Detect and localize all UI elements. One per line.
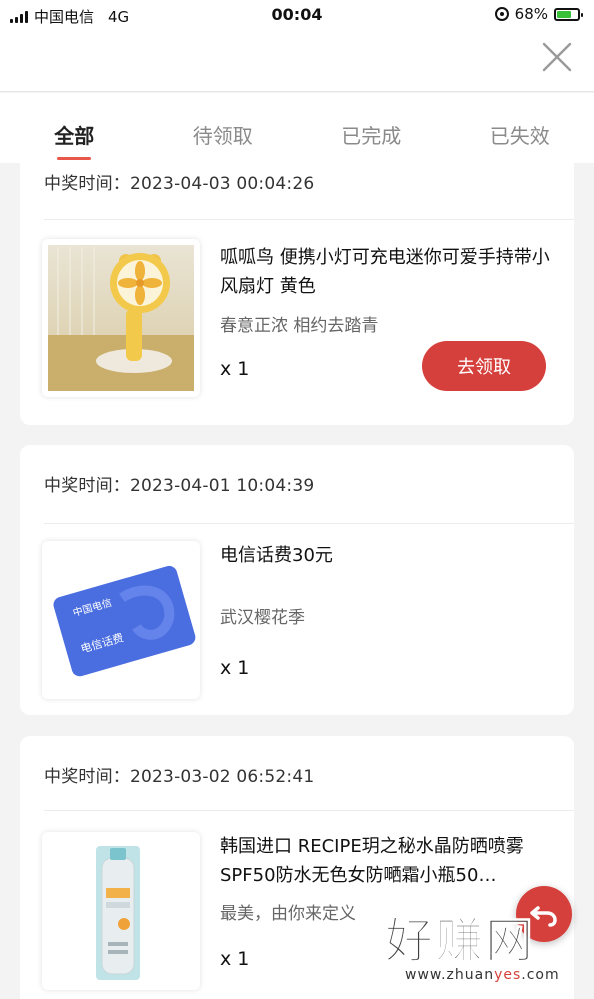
prize-card: 中奖时间：2023-04-03 00:04:26 呱呱鸟 便携小灯可充电迷你可爱… <box>20 163 574 425</box>
divider <box>44 810 574 811</box>
prize-image[interactable] <box>42 239 200 397</box>
tab-pending[interactable]: 待领取 <box>149 93 298 163</box>
prize-quantity: x 1 <box>220 358 250 380</box>
close-button[interactable] <box>540 40 574 74</box>
tab-all[interactable]: 全部 <box>0 93 149 163</box>
prize-title: 电信话费30元 <box>220 545 333 566</box>
prize-quantity: x 1 <box>220 657 250 679</box>
prize-list[interactable]: 中奖时间：2023-04-03 00:04:26 呱呱鸟 便携小灯可充电迷你可爱… <box>0 163 594 999</box>
prize-card: 中奖时间：2023-04-01 10:04:39 中国电信 电信话费 电信话费3… <box>20 445 574 715</box>
rotation-lock-icon <box>494 7 509 21</box>
prize-image[interactable] <box>42 832 200 990</box>
prize-title: 韩国进口 RECIPE玥之秘水晶防晒喷雾SPF50防水无色女防嗮霜小瓶50… <box>220 836 524 886</box>
prize-time: 中奖时间：2023-03-02 06:52:41 <box>44 767 315 787</box>
prize-subtitle: 武汉樱花季 <box>220 608 305 628</box>
prize-quantity: x 1 <box>220 948 250 970</box>
prize-time: 中奖时间：2023-04-01 10:04:39 <box>44 476 315 496</box>
battery-icon <box>554 7 583 21</box>
prize-time: 中奖时间：2023-04-03 00:04:26 <box>44 174 315 194</box>
header <box>0 30 594 92</box>
close-icon <box>542 42 572 72</box>
divider <box>44 523 574 524</box>
battery-percent: 68% <box>514 5 548 23</box>
prize-title: 呱呱鸟 便携小灯可充电迷你可爱手持带小风扇灯 黄色 <box>220 247 550 297</box>
sunscreen-spray-image <box>96 846 140 980</box>
claim-button[interactable]: 去领取 <box>422 341 546 391</box>
prize-card: 中奖时间：2023-03-02 06:52:41 韩国进口 RECIPE玥之秘水… <box>20 736 574 999</box>
fan-lamp-image <box>48 245 194 391</box>
phone-credit-card-image <box>53 565 196 677</box>
tab-bar: 全部 待领取 已完成 已失效 <box>0 93 594 163</box>
back-float-button[interactable] <box>516 886 572 942</box>
tab-completed[interactable]: 已完成 <box>297 93 446 163</box>
divider <box>44 219 574 220</box>
status-bar: 中国电信 4G 00:04 68% <box>0 0 594 30</box>
prize-subtitle: 最美，由你来定义 <box>220 904 356 924</box>
return-arrow-icon <box>530 906 557 927</box>
prize-image[interactable]: 中国电信 电信话费 <box>42 541 200 699</box>
prize-subtitle: 春意正浓 相约去踏青 <box>220 316 379 336</box>
tab-expired[interactable]: 已失效 <box>446 93 594 163</box>
